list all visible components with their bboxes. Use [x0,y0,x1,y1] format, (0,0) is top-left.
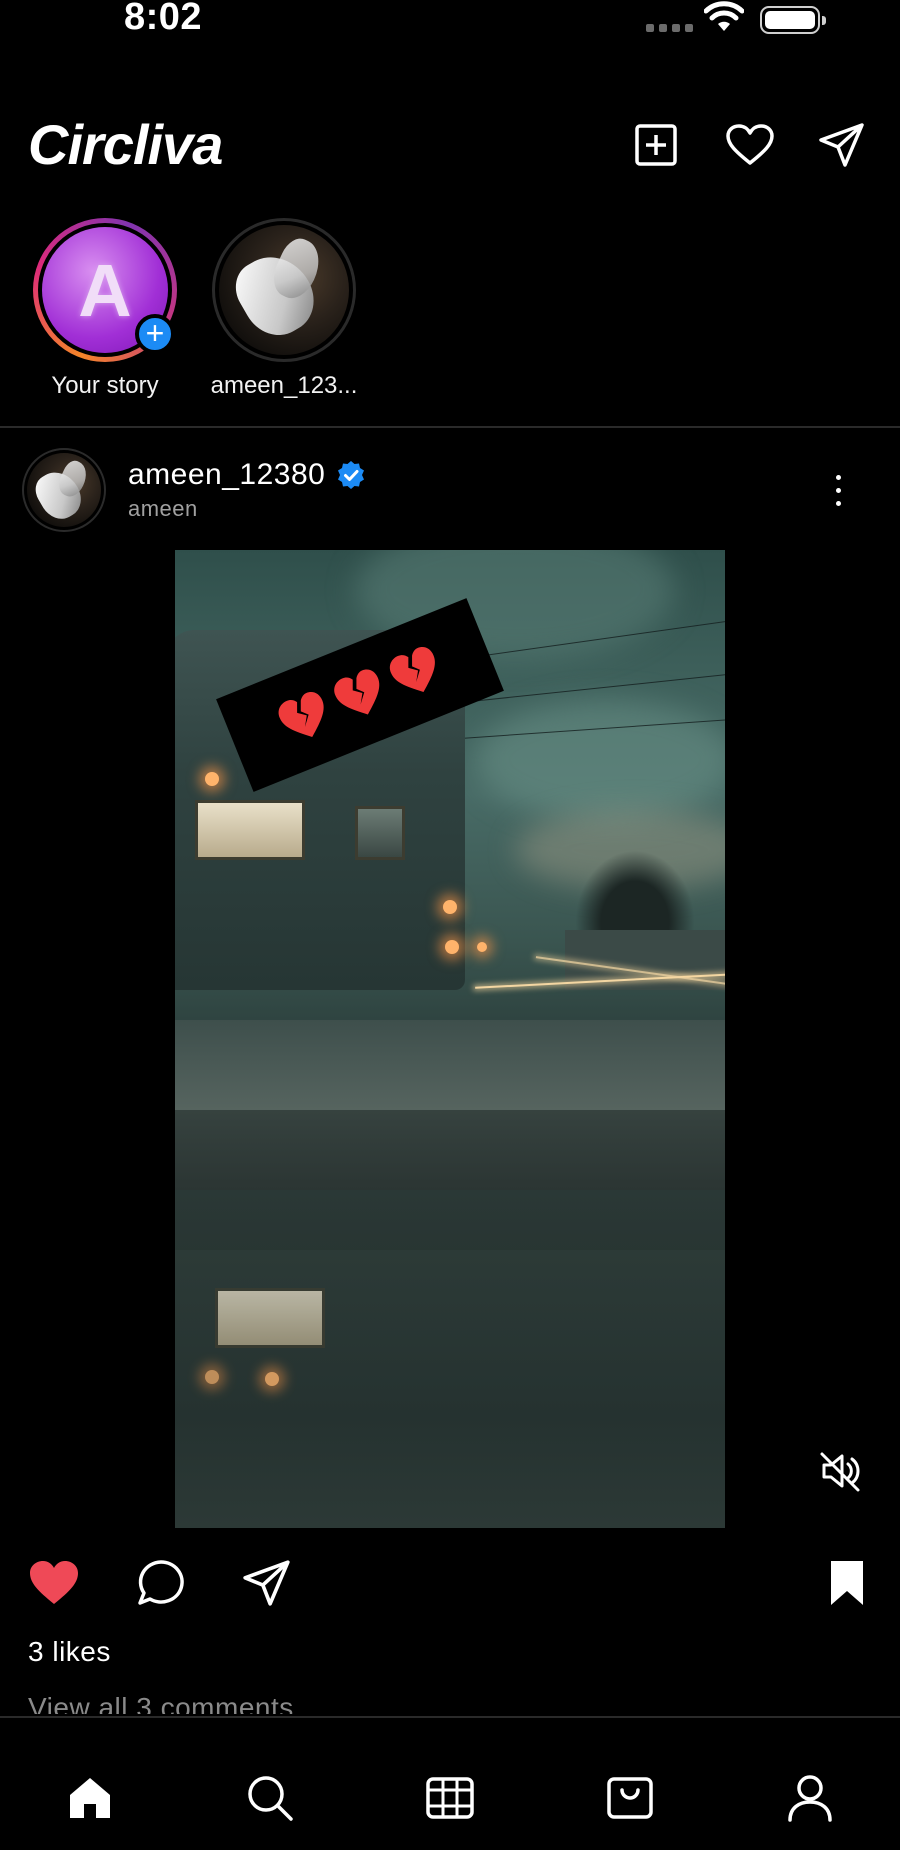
avatar [219,225,349,355]
bookmark-icon[interactable] [818,1554,876,1612]
post-subtitle: ameen [128,496,198,521]
cellular-signal-icon [646,24,693,32]
wifi-icon [703,0,745,39]
broken-heart-icon [334,669,380,715]
heart-icon[interactable] [725,120,775,170]
avatar-letter: A [78,248,132,332]
post-avatar[interactable] [22,448,106,532]
story-your-story[interactable]: A + Your story [25,218,185,400]
add-post-icon[interactable] [631,120,681,170]
bottom-nav [0,1716,900,1850]
add-story-icon[interactable]: + [135,314,175,354]
app-header: Circliva [0,100,900,190]
like-icon[interactable] [25,1554,83,1612]
story-ring: A + [33,218,177,362]
broken-heart-icon [278,691,324,737]
view-comments-text[interactable]: View all 3 comments [28,1692,294,1714]
more-options-icon[interactable] [820,460,856,520]
app-logo: Circliva [28,113,223,176]
status-bar: 8:02 [0,0,900,50]
story-ring [212,218,356,362]
search-icon[interactable] [240,1768,300,1828]
broken-heart-icon [389,647,435,692]
home-icon[interactable] [60,1768,120,1828]
divider [0,426,900,428]
status-time: 8:02 [124,0,203,38]
story-label: ameen_123... [210,372,358,399]
send-icon[interactable] [817,120,867,170]
view-comments-link[interactable]: View all 3 comments [28,1692,294,1714]
post-header: ameen_12380 ameen [0,444,900,534]
story-ameen[interactable]: ameen_123... [204,218,364,400]
stories-row: A + Your story ameen_123... [0,218,900,408]
post-username-row[interactable]: ameen_12380 [128,458,367,492]
post-media[interactable] [175,550,725,1528]
post-actions [0,1554,900,1614]
share-icon[interactable] [238,1554,296,1612]
mute-icon[interactable] [818,1448,864,1494]
avatar [27,453,101,527]
battery-icon [760,6,826,34]
story-label: Your story [51,372,159,399]
shop-icon[interactable] [600,1768,660,1828]
verified-badge-icon [338,461,365,489]
likes-count[interactable]: 3 likes [28,1636,111,1668]
profile-icon[interactable] [780,1768,840,1828]
reels-icon[interactable] [420,1768,480,1828]
comment-icon[interactable] [132,1554,190,1612]
post-username[interactable]: ameen_12380 [128,458,325,492]
